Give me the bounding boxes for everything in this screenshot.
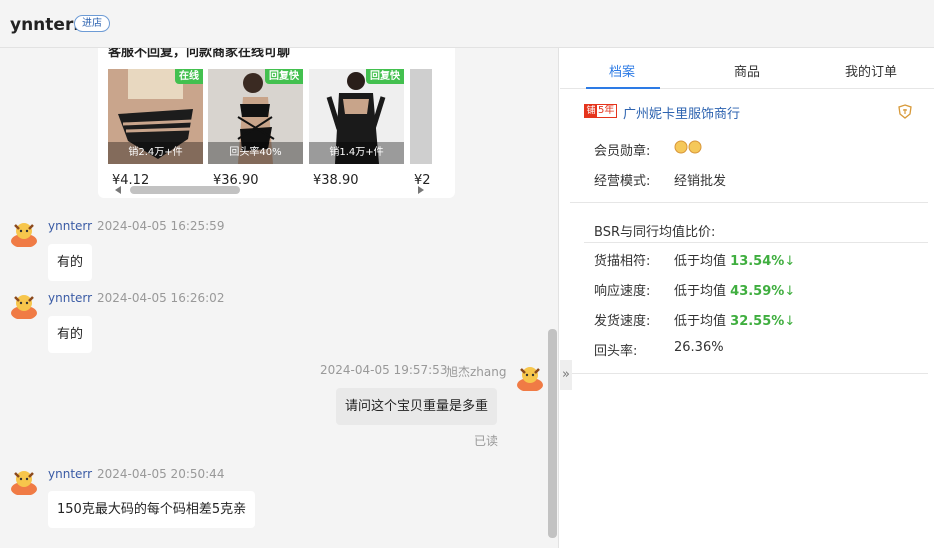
business-mode-label: 经营模式: [594, 174, 651, 189]
product-thumb[interactable]: 在线 销2.4万+件 [108, 69, 203, 164]
bsr-prefix: 低于均值 [674, 314, 727, 329]
avatar[interactable] [516, 363, 544, 391]
product-tag: 回复快 [265, 69, 303, 84]
message-time: 2024-04-05 20:50:44 [97, 467, 225, 481]
repeat-rate-value: 26.36% [674, 340, 724, 355]
bsr-value: 32.55% [730, 314, 785, 329]
section-divider [570, 202, 928, 203]
product-thumb[interactable]: 回复快 销1.4万+件 [309, 69, 404, 164]
message-bubble: 150克最大码的每个码相差5克亲 [48, 491, 256, 528]
chat-area: 客服不回复，问款商家在线可聊 在线 销2.4万+件 回复快 回头率40% 回复快… [0, 48, 558, 548]
product-tag: 回复快 [366, 69, 404, 84]
medal-label: 会员勋章: [594, 144, 651, 159]
message-time: 2024-04-05 19:57:53 [320, 363, 448, 377]
product-card: 客服不回复，问款商家在线可聊 在线 销2.4万+件 回复快 回头率40% 回复快… [98, 48, 455, 198]
arrow-down-icon: ↓ [784, 284, 796, 299]
collapse-panel-icon[interactable]: » [560, 360, 572, 390]
product-caption: 销1.4万+件 [309, 142, 404, 164]
tab-products[interactable]: 商品 [734, 61, 760, 80]
scroll-right-icon[interactable] [418, 186, 424, 194]
arrow-down-icon: ↓ [784, 314, 796, 329]
message-sender: 旭杰zhang [446, 365, 507, 379]
bsr-prefix: 低于均值 [674, 254, 727, 269]
bsr-value: 13.54% [730, 254, 785, 269]
message-sender: ynnterr [48, 467, 93, 481]
tab-my-orders[interactable]: 我的订单 [845, 61, 897, 80]
message-sender: ynnterr [48, 291, 93, 305]
bsr-label: 货描相符: [594, 254, 651, 269]
product-caption: 回头率40% [208, 142, 303, 164]
product-tag: 在线 [175, 69, 203, 84]
bsr-value: 43.59% [730, 284, 785, 299]
scroll-left-icon[interactable] [115, 186, 121, 194]
bsr-label: 发货速度: [594, 314, 651, 329]
tab-profile[interactable]: 档案 [609, 61, 635, 80]
arrow-down-icon: ↓ [784, 254, 796, 269]
enter-shop-button[interactable]: 进店 [74, 15, 110, 32]
card-horizontal-scrollbar[interactable] [112, 186, 424, 196]
shop-name[interactable]: 广州妮卡里服饰商行 [623, 103, 740, 122]
bsr-title: BSR与同行均值比价: [594, 225, 716, 240]
medal-icon [674, 140, 702, 154]
avatar[interactable] [10, 219, 38, 247]
product-thumb[interactable] [410, 69, 432, 164]
bsr-prefix: 低于均值 [674, 284, 727, 299]
product-thumb[interactable]: 回复快 回头率40% [208, 69, 303, 164]
shield-icon[interactable] [898, 104, 912, 119]
chat-scrollbar[interactable] [548, 329, 557, 538]
active-tab-indicator [586, 87, 660, 89]
message-time: 2024-04-05 16:26:02 [97, 291, 225, 305]
business-mode-value: 经销批发 [674, 174, 727, 189]
message-time: 2024-04-05 16:25:59 [97, 219, 225, 233]
message-bubble: 请问这个宝贝重量是多重 [336, 388, 498, 425]
pane-divider [558, 48, 559, 548]
bsr-label: 回头率: [594, 344, 638, 359]
chat-header: ynnterr 进店 [0, 0, 934, 48]
read-status: 已读 [474, 434, 499, 448]
contact-name: ynnterr [10, 15, 82, 35]
card-title: 客服不回复，问款商家在线可聊 [108, 48, 291, 60]
section-divider [584, 242, 928, 243]
message-bubble: 有的 [48, 244, 93, 281]
avatar[interactable] [10, 291, 38, 319]
scroll-thumb[interactable] [130, 186, 240, 194]
section-divider [570, 373, 928, 374]
shop-info-panel: 档案 商品 我的订单 铺 5年 广州妮卡里服饰商行 会员勋章: 经营模式: 经销批… [560, 48, 934, 548]
panel-tabs: 档案 商品 我的订单 [560, 48, 934, 89]
avatar[interactable] [10, 467, 38, 495]
message-sender: ynnterr [48, 219, 93, 233]
product-caption: 销2.4万+件 [108, 142, 203, 164]
shop-years-badge: 铺 5年 [584, 104, 617, 118]
bsr-label: 响应速度: [594, 284, 651, 299]
message-bubble: 有的 [48, 316, 93, 353]
